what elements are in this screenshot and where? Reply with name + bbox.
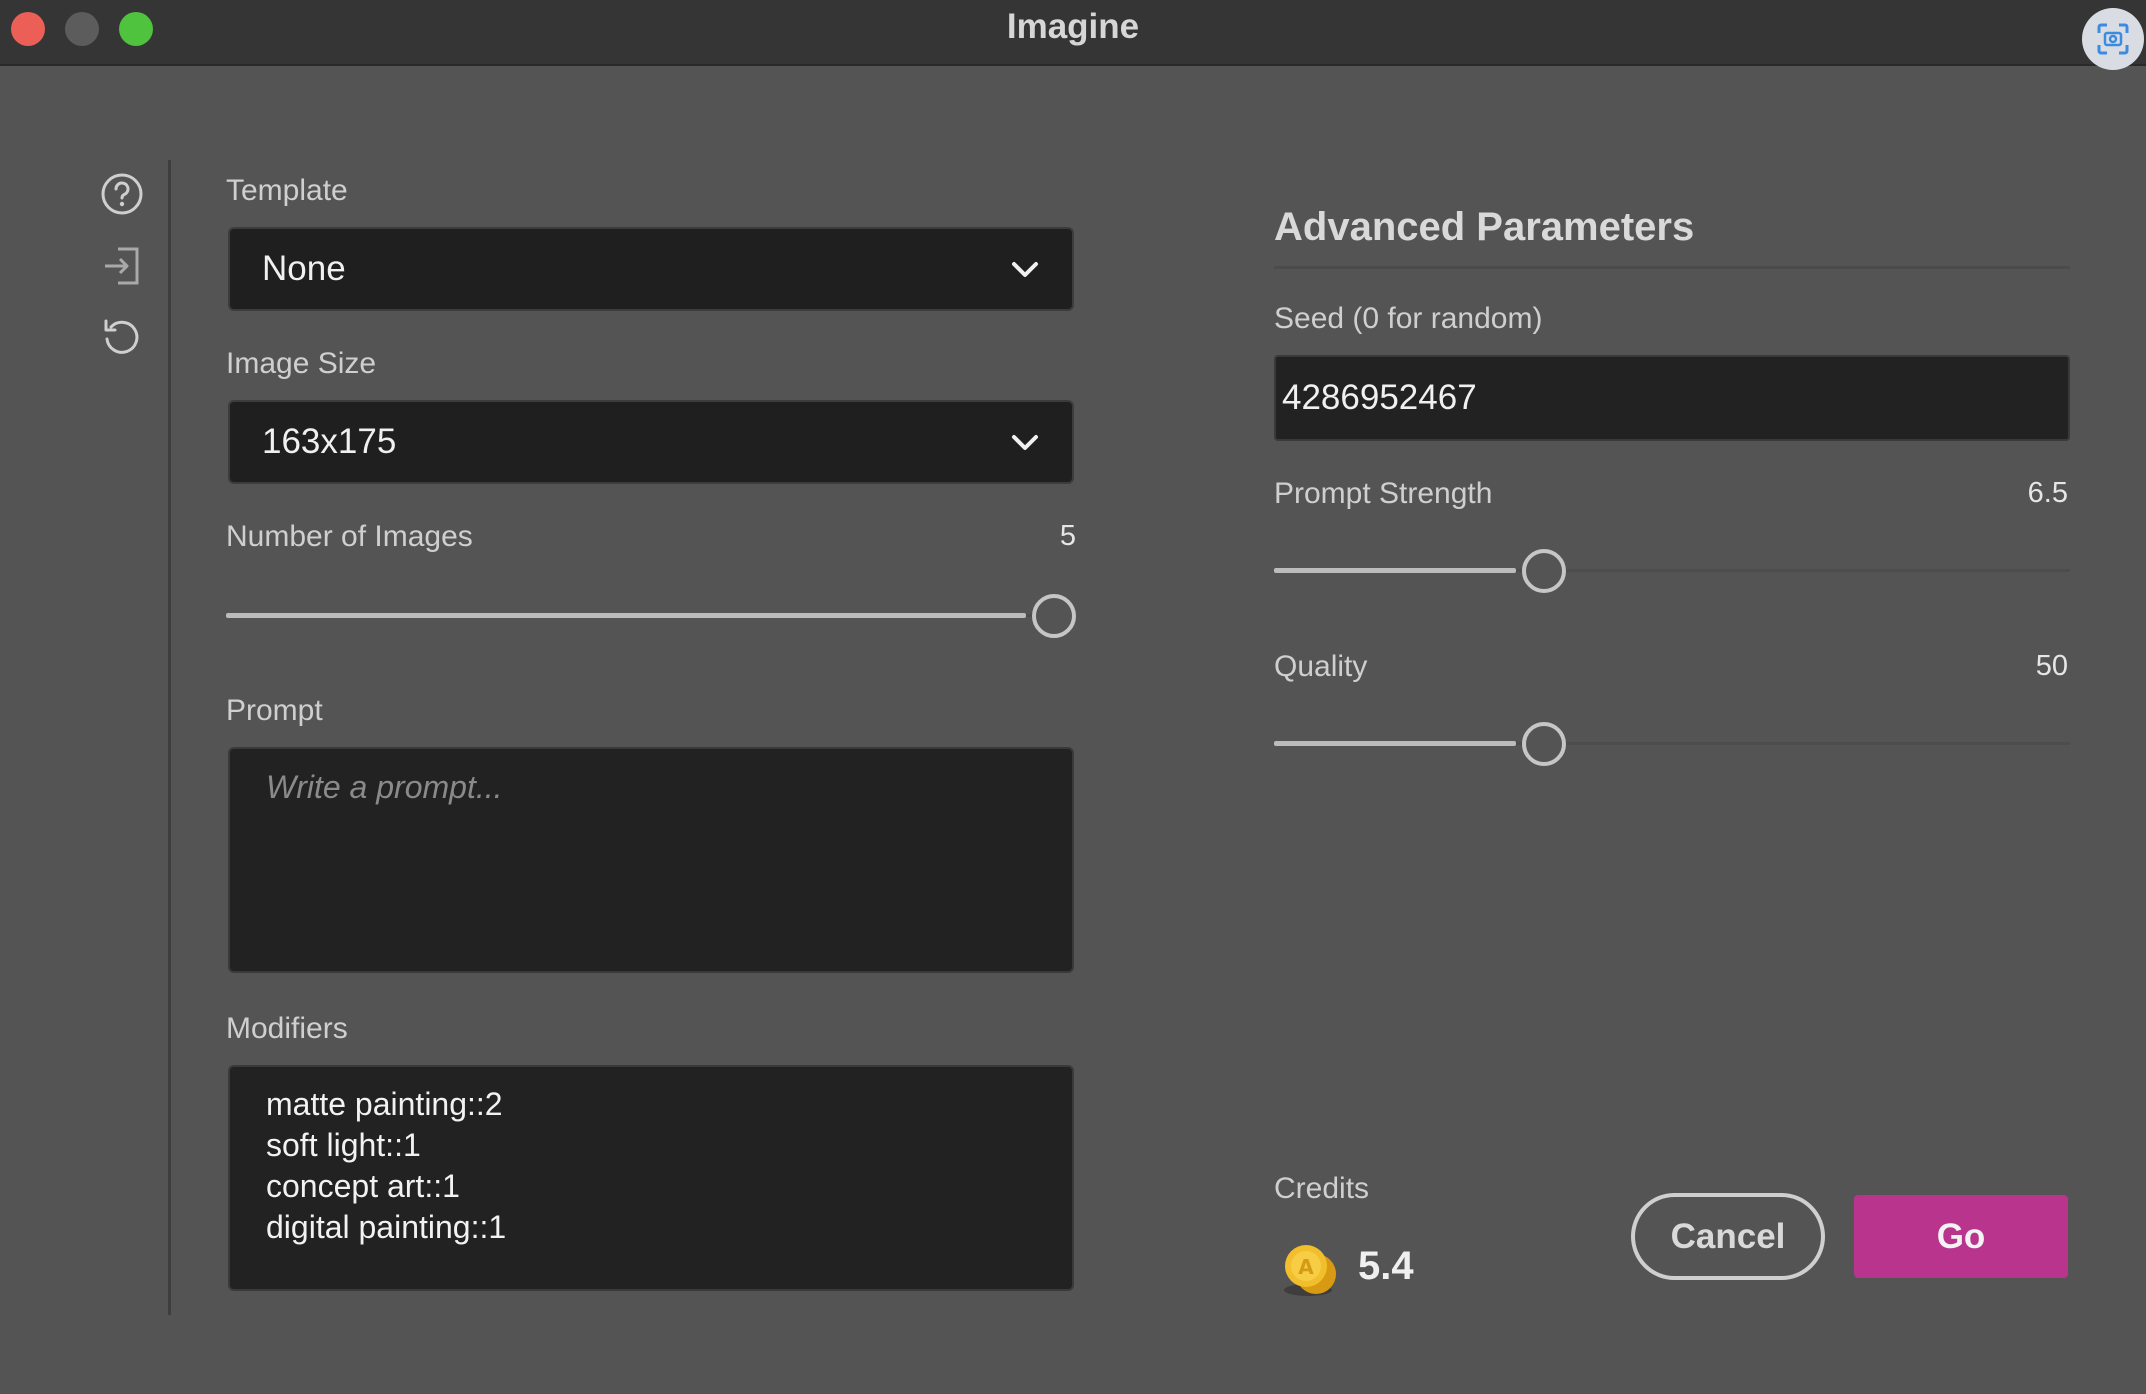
- modifiers-textarea[interactable]: matte painting::2 soft light::1 concept …: [228, 1065, 1074, 1291]
- number-of-images-label: Number of Images: [226, 520, 473, 553]
- help-button[interactable]: [98, 170, 146, 218]
- modifier-line: matte painting::2: [266, 1086, 503, 1122]
- advanced-parameters-heading: Advanced Parameters: [1274, 205, 1695, 249]
- prompt-label: Prompt: [226, 694, 323, 727]
- svg-text:A: A: [1298, 1255, 1314, 1279]
- slider-fill: [1274, 741, 1517, 746]
- image-size-dropdown[interactable]: 163x175: [228, 400, 1074, 484]
- cancel-button[interactable]: Cancel: [1631, 1193, 1825, 1280]
- template-selected-value: None: [262, 249, 346, 288]
- go-button[interactable]: Go: [1854, 1195, 2068, 1278]
- number-of-images-slider[interactable]: [226, 594, 1076, 638]
- chevron-down-icon: [1012, 435, 1038, 450]
- imagine-window: Imagine Template None Image Size 163x175…: [0, 0, 2146, 1394]
- modifiers-label: Modifiers: [226, 1012, 348, 1045]
- slider-fill: [1274, 568, 1517, 573]
- template-dropdown[interactable]: None: [228, 227, 1074, 311]
- prompt-strength-slider[interactable]: [1274, 549, 2070, 593]
- quality-value: 50: [2035, 650, 2068, 682]
- quality-slider[interactable]: [1274, 722, 2070, 766]
- prompt-strength-label: Prompt Strength: [1274, 477, 1493, 510]
- chevron-down-icon: [1012, 262, 1038, 277]
- image-size-label: Image Size: [226, 347, 377, 380]
- prompt-textarea[interactable]: Write a prompt...: [228, 747, 1074, 973]
- modifier-line: soft light::1: [266, 1127, 421, 1163]
- template-label: Template: [226, 174, 348, 207]
- toolbar-divider: [168, 160, 171, 1315]
- seed-value: 4286952467: [1282, 378, 1477, 417]
- quality-label: Quality: [1274, 650, 1368, 683]
- slider-thumb[interactable]: [1522, 549, 1567, 593]
- help-circle-icon: [101, 173, 143, 215]
- credits-value: 5.4: [1358, 1244, 1414, 1288]
- screenshot-button[interactable]: [2082, 8, 2144, 70]
- modifier-line: digital painting::1: [266, 1209, 507, 1245]
- prompt-strength-value: 6.5: [2027, 477, 2068, 509]
- reset-button[interactable]: [98, 313, 146, 361]
- title-bar: Imagine: [0, 0, 2146, 70]
- number-of-images-value: 5: [1059, 520, 1076, 552]
- slider-thumb[interactable]: [1032, 594, 1076, 638]
- import-button[interactable]: [98, 242, 146, 290]
- prompt-placeholder: Write a prompt...: [266, 769, 503, 805]
- seed-input[interactable]: 4286952467: [1274, 355, 2070, 441]
- import-icon: [105, 247, 139, 285]
- reset-icon: [104, 319, 139, 354]
- left-toolbar: [0, 66, 172, 1316]
- section-divider: [1274, 266, 2070, 269]
- seed-label: Seed (0 for random): [1274, 302, 1543, 335]
- image-size-selected-value: 163x175: [262, 422, 397, 461]
- slider-fill: [226, 613, 1026, 618]
- modifier-line: concept art::1: [266, 1168, 460, 1204]
- coin-icon: A: [1284, 1245, 1336, 1296]
- window-title: Imagine: [1006, 7, 1140, 46]
- screenshot-icon: [2097, 23, 2129, 55]
- slider-thumb[interactable]: [1522, 722, 1567, 766]
- credits-label: Credits: [1274, 1172, 1370, 1205]
